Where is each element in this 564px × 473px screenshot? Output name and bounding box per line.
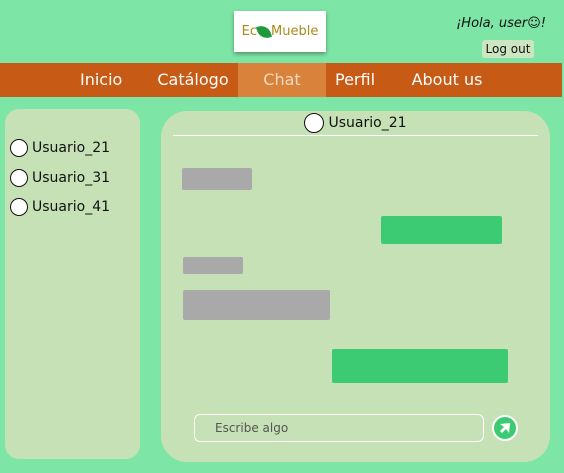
send-button[interactable] <box>492 415 518 441</box>
nav-item-inicio[interactable]: Inicio <box>80 63 122 97</box>
leaf-icon <box>255 22 273 41</box>
nav-item-perfil[interactable]: Perfil <box>332 63 378 97</box>
nav-item-about-us[interactable]: About us <box>409 63 485 97</box>
contact-item[interactable]: Usuario_21 <box>10 137 110 159</box>
message-bubble-outgoing <box>381 216 502 244</box>
nav-item-catalogo[interactable]: Catálogo <box>157 63 229 97</box>
user-circle-icon <box>304 113 325 133</box>
chat-contact-name: Usuario_21 <box>328 115 407 131</box>
message-input[interactable] <box>194 414 484 442</box>
message-bubble-incoming <box>183 290 330 320</box>
contact-name: Usuario_31 <box>32 170 111 186</box>
contact-name: Usuario_41 <box>32 199 111 215</box>
logout-button[interactable]: Log out <box>482 40 534 58</box>
message-bubble-outgoing <box>332 349 508 383</box>
logo-text-right: Mueble <box>271 24 319 39</box>
main-navigation: Inicio Catálogo Chat Perfil About us <box>0 63 562 97</box>
chat-header-divider <box>173 135 538 136</box>
contacts-sidebar: Usuario_21 Usuario_31 Usuario_41 <box>5 109 140 459</box>
nav-item-chat[interactable]: Chat <box>238 63 326 97</box>
user-circle-icon <box>10 169 28 187</box>
contact-item[interactable]: Usuario_31 <box>10 167 110 189</box>
send-arrow-icon <box>500 423 510 433</box>
user-circle-icon <box>10 198 28 216</box>
message-bubble-incoming <box>183 257 243 274</box>
contact-name: Usuario_21 <box>32 140 111 156</box>
contact-item[interactable]: Usuario_41 <box>10 196 110 218</box>
user-circle-icon <box>10 139 28 157</box>
message-bubble-incoming <box>182 168 252 190</box>
chat-panel: Usuario_21 <box>161 111 550 462</box>
logo[interactable]: Ec Mueble <box>234 11 326 52</box>
logo-text-left: Ec <box>241 24 258 39</box>
user-greeting: ¡Hola, user☺! <box>456 16 546 31</box>
chat-header: Usuario_21 <box>161 111 550 135</box>
